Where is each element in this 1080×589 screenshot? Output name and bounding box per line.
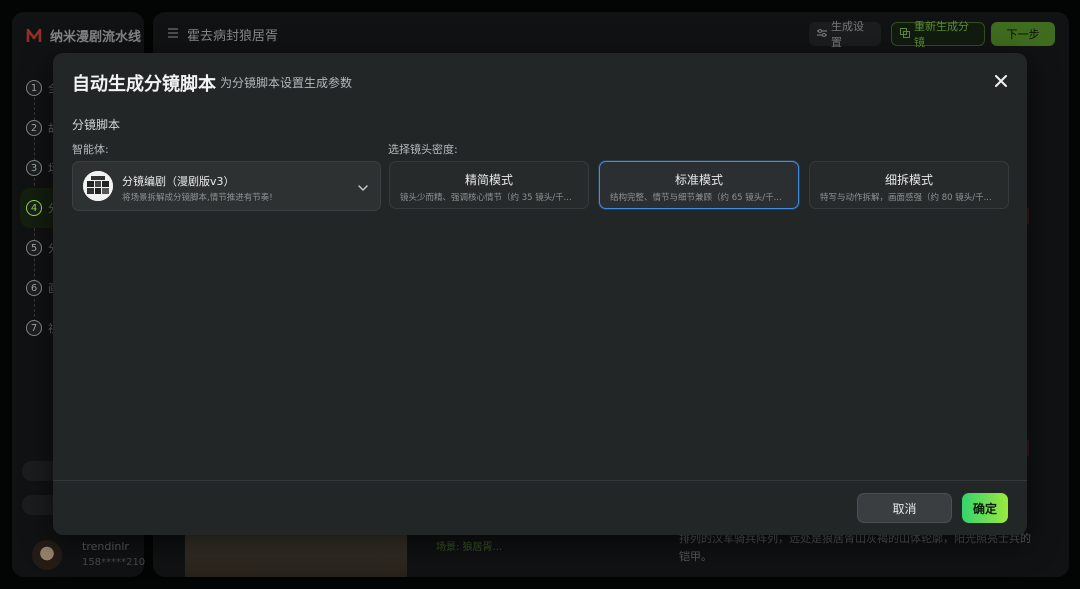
mode-title: 标准模式 <box>674 173 723 187</box>
dialog-subtitle: 为分镜脚本设置生成参数 <box>220 76 353 90</box>
density-mode-detailed[interactable]: 细拆模式 特写与动作拆解，画面感强（约 80 镜头/千... <box>809 161 1009 209</box>
step-number: 2 <box>26 120 42 136</box>
density-mode-standard[interactable]: 标准模式 结构完整、情节与细节兼顾（约 65 镜头/千... <box>599 161 799 209</box>
step-number: 1 <box>26 80 42 96</box>
section-label: 分镜脚本 <box>72 118 121 132</box>
mode-description: 结构完整、情节与细节兼顾（约 65 镜头/千... <box>610 193 782 203</box>
step-number: 3 <box>26 160 42 176</box>
agent-select[interactable]: 分镜编剧（漫剧版v3） 将场景拆解成分镜脚本,情节推进有节奏! <box>72 161 381 211</box>
dialog-title: 自动生成分镜脚本 <box>72 74 216 95</box>
agent-name: 分镜编剧（漫剧版v3） <box>122 175 235 188</box>
mode-title: 精简模式 <box>464 173 513 187</box>
step-number: 5 <box>26 240 42 256</box>
chevron-down-icon <box>356 180 370 194</box>
step-number: 7 <box>26 320 42 336</box>
close-button[interactable] <box>991 71 1011 91</box>
step-number: 4 <box>26 200 42 216</box>
density-label: 选择镜头密度: <box>388 143 458 156</box>
agent-label: 智能体: <box>72 143 109 156</box>
step-number: 6 <box>26 280 42 296</box>
close-icon <box>995 75 1007 87</box>
density-mode-compact[interactable]: 精简模式 镜头少而精、强调核心情节（约 35 镜头/千... <box>389 161 589 209</box>
mode-description: 镜头少而精、强调核心情节（约 35 镜头/千... <box>400 193 572 203</box>
agent-description: 将场景拆解成分镜脚本,情节推进有节奏! <box>122 193 273 203</box>
auto-generate-storyboard-dialog: 自动生成分镜脚本 为分镜脚本设置生成参数 分镜脚本 智能体: 选择镜头密度: 分… <box>53 53 1027 535</box>
storyboard-agent-icon <box>83 171 113 201</box>
cancel-button[interactable]: 取消 <box>857 493 952 523</box>
app-root: 纳米漫剧流水线 1 全 2 故 3 场 4 分 5 分 <box>0 0 1080 589</box>
footer-divider <box>53 480 1027 481</box>
mode-title: 细拆模式 <box>884 173 933 187</box>
confirm-button[interactable]: 确定 <box>962 493 1008 523</box>
mode-description: 特写与动作拆解，画面感强（约 80 镜头/千... <box>820 193 992 203</box>
